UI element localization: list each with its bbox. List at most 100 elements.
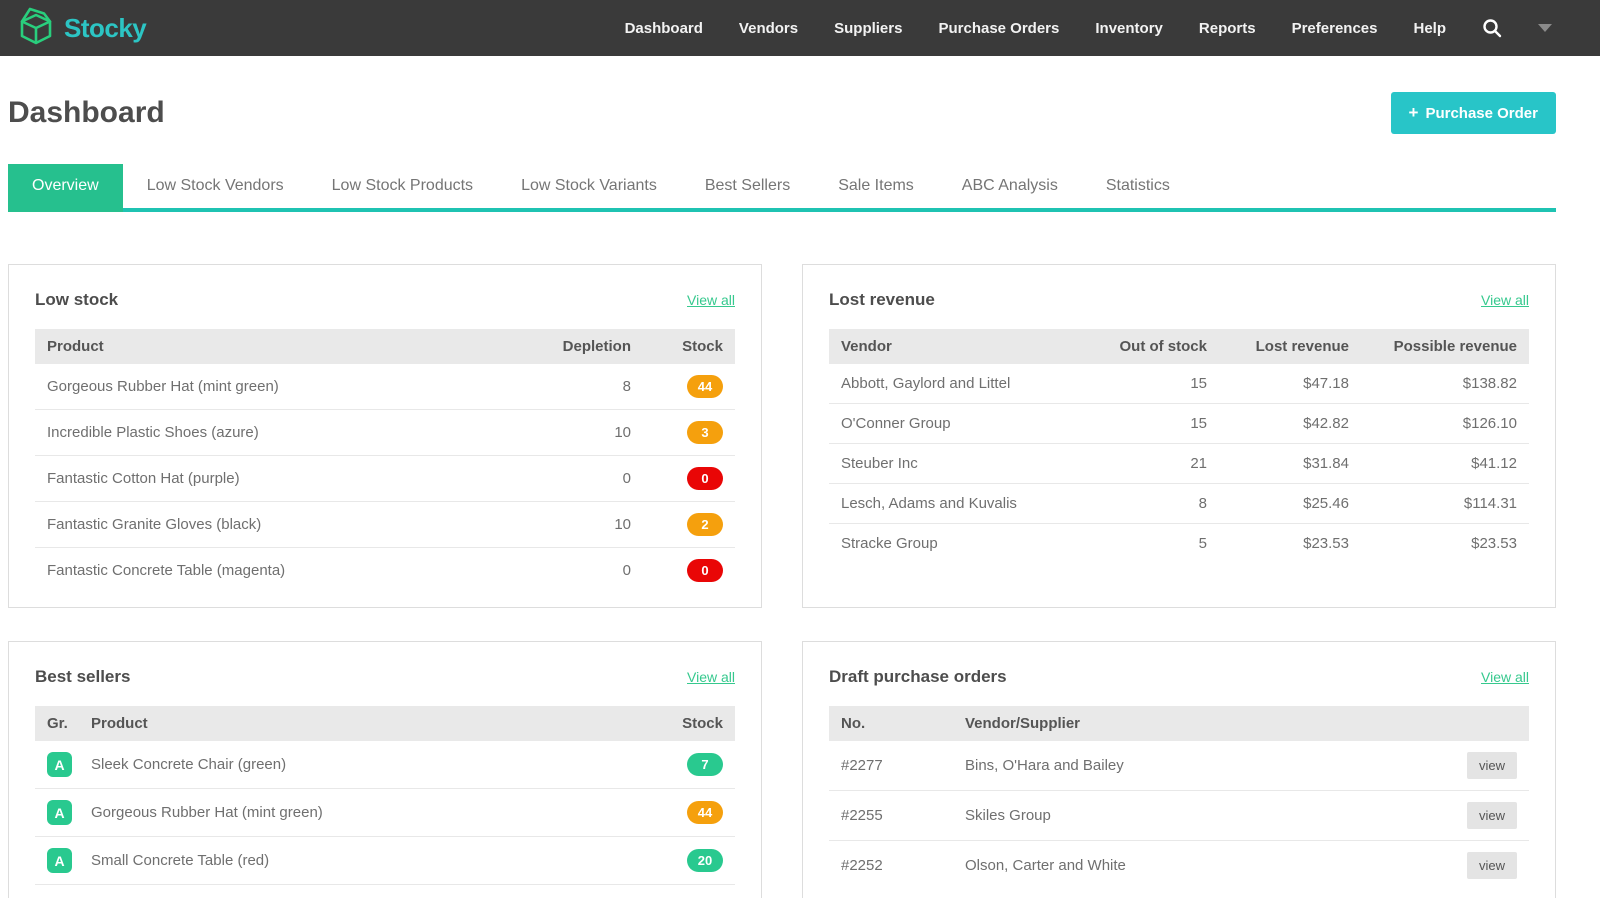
possible-revenue-value: $126.10 xyxy=(1361,404,1529,444)
tab-low-stock-vendors[interactable]: Low Stock Vendors xyxy=(123,164,308,208)
view-button[interactable]: view xyxy=(1467,852,1517,879)
column-header-stock: Stock xyxy=(643,706,735,741)
po-number: #2277 xyxy=(829,741,953,791)
stock-badge: 0 xyxy=(687,559,723,582)
nav-item-purchase-orders[interactable]: Purchase Orders xyxy=(938,20,1059,37)
view-button[interactable]: view xyxy=(1467,802,1517,829)
lost-revenue-panel: Lost revenue View all Vendor Out of stoc… xyxy=(802,264,1556,608)
out-of-stock-value: 8 xyxy=(1091,484,1219,524)
column-header-out-of-stock: Out of stock xyxy=(1091,329,1219,364)
table-row[interactable]: Stracke Group 5 $23.53 $23.53 xyxy=(829,524,1529,564)
table-row[interactable]: #2252 Olson, Carter and White view xyxy=(829,841,1529,891)
grade-badge: A xyxy=(47,800,72,825)
tab-low-stock-products[interactable]: Low Stock Products xyxy=(308,164,497,208)
nav-item-inventory[interactable]: Inventory xyxy=(1095,20,1163,37)
view-button[interactable]: view xyxy=(1467,752,1517,779)
lost-revenue-value: $47.18 xyxy=(1219,364,1361,404)
search-icon[interactable] xyxy=(1482,18,1502,38)
nav-item-reports[interactable]: Reports xyxy=(1199,20,1256,37)
table-row[interactable]: Fantastic Concrete Table (magenta) 0 0 xyxy=(35,548,735,594)
nav-item-dashboard[interactable]: Dashboard xyxy=(625,20,703,37)
po-number: #2255 xyxy=(829,791,953,841)
depletion-value: 10 xyxy=(523,410,643,456)
table-row[interactable]: Lesch, Adams and Kuvalis 8 $25.46 $114.3… xyxy=(829,484,1529,524)
lost-revenue-value: $31.84 xyxy=(1219,444,1361,484)
column-header-stock: Stock xyxy=(643,329,735,364)
column-header-product: Product xyxy=(35,329,523,364)
low-stock-view-all-link[interactable]: View all xyxy=(687,292,735,308)
page-title: Dashboard xyxy=(8,96,165,130)
po-number: #2252 xyxy=(829,841,953,891)
nav-item-preferences[interactable]: Preferences xyxy=(1292,20,1378,37)
product-name: Fantastic Concrete Table (magenta) xyxy=(35,548,523,594)
table-row[interactable]: Steuber Inc 21 $31.84 $41.12 xyxy=(829,444,1529,484)
column-header-possible-revenue: Possible revenue xyxy=(1361,329,1529,364)
possible-revenue-value: $114.31 xyxy=(1361,484,1529,524)
lost-revenue-value: $42.82 xyxy=(1219,404,1361,444)
grade-badge: A xyxy=(47,752,72,777)
possible-revenue-value: $41.12 xyxy=(1361,444,1529,484)
product-name: Gorgeous Rubber Hat (mint green) xyxy=(79,789,643,837)
product-name: Gorgeous Rubber Hat (mint green) xyxy=(35,364,523,410)
tab-abc-analysis[interactable]: ABC Analysis xyxy=(938,164,1082,208)
brand-name: Stocky xyxy=(64,13,146,44)
table-row[interactable]: #2255 Skiles Group view xyxy=(829,791,1529,841)
vendor-name: Lesch, Adams and Kuvalis xyxy=(829,484,1091,524)
depletion-value: 8 xyxy=(523,364,643,410)
stock-badge: 44 xyxy=(687,375,723,398)
stocky-logo[interactable]: Stocky xyxy=(16,5,146,52)
dashboard-tabs: Overview Low Stock Vendors Low Stock Pro… xyxy=(8,164,1556,212)
table-row[interactable]: Fantastic Granite Gloves (black) 10 2 xyxy=(35,502,735,548)
tab-overview[interactable]: Overview xyxy=(8,164,123,208)
vendor-supplier-name: Bins, O'Hara and Bailey xyxy=(953,741,1443,791)
table-row[interactable]: A Gorgeous Rubber Hat (mint green) 44 xyxy=(35,789,735,837)
draft-purchase-orders-panel: Draft purchase orders View all No. Vendo… xyxy=(802,641,1556,898)
draft-purchase-orders-view-all-link[interactable]: View all xyxy=(1481,669,1529,685)
best-sellers-view-all-link[interactable]: View all xyxy=(687,669,735,685)
low-stock-title: Low stock xyxy=(35,290,118,310)
nav-item-help[interactable]: Help xyxy=(1413,20,1446,37)
column-header-no: No. xyxy=(829,706,953,741)
product-name: Small Concrete Table (red) xyxy=(79,837,643,885)
vendor-supplier-name: Skiles Group xyxy=(953,791,1443,841)
product-name: Incredible Plastic Shoes (azure) xyxy=(35,410,523,456)
column-header-product: Product xyxy=(79,706,643,741)
table-row[interactable]: O'Conner Group 15 $42.82 $126.10 xyxy=(829,404,1529,444)
table-row[interactable]: Fantastic Cotton Hat (purple) 0 0 xyxy=(35,456,735,502)
nav-item-suppliers[interactable]: Suppliers xyxy=(834,20,902,37)
tab-statistics[interactable]: Statistics xyxy=(1082,164,1194,208)
possible-revenue-value: $23.53 xyxy=(1361,524,1529,564)
low-stock-panel: Low stock View all Product Depletion Sto… xyxy=(8,264,762,608)
tab-sale-items[interactable]: Sale Items xyxy=(814,164,938,208)
table-row[interactable]: A Small Concrete Table (red) 20 xyxy=(35,837,735,885)
out-of-stock-value: 21 xyxy=(1091,444,1219,484)
chevron-down-icon[interactable] xyxy=(1538,24,1552,32)
draft-purchase-orders-table: No. Vendor/Supplier #2277 Bins, O'Hara a… xyxy=(829,706,1529,890)
new-purchase-order-button[interactable]: + Purchase Order xyxy=(1391,92,1557,134)
table-row-clipped xyxy=(35,885,735,898)
tab-low-stock-variants[interactable]: Low Stock Variants xyxy=(497,164,681,208)
stock-badge: 20 xyxy=(687,849,723,872)
vendor-supplier-name: Olson, Carter and White xyxy=(953,841,1443,891)
stock-badge: 0 xyxy=(687,467,723,490)
table-row[interactable]: #2277 Bins, O'Hara and Bailey view xyxy=(829,741,1529,791)
table-row[interactable]: Incredible Plastic Shoes (azure) 10 3 xyxy=(35,410,735,456)
column-header-vendor: Vendor xyxy=(829,329,1091,364)
table-row[interactable]: A Sleek Concrete Chair (green) 7 xyxy=(35,741,735,789)
nav-item-vendors[interactable]: Vendors xyxy=(739,20,798,37)
lost-revenue-value: $23.53 xyxy=(1219,524,1361,564)
stock-badge: 3 xyxy=(687,421,723,444)
depletion-value: 10 xyxy=(523,502,643,548)
column-header-depletion: Depletion xyxy=(523,329,643,364)
out-of-stock-value: 15 xyxy=(1091,364,1219,404)
out-of-stock-value: 15 xyxy=(1091,404,1219,444)
stock-badge: 2 xyxy=(687,513,723,536)
lost-revenue-view-all-link[interactable]: View all xyxy=(1481,292,1529,308)
lost-revenue-table: Vendor Out of stock Lost revenue Possibl… xyxy=(829,329,1529,563)
stock-badge: 7 xyxy=(687,753,723,776)
tab-best-sellers[interactable]: Best Sellers xyxy=(681,164,814,208)
best-sellers-panel: Best sellers View all Gr. Product Stock … xyxy=(8,641,762,898)
table-row[interactable]: Abbott, Gaylord and Littel 15 $47.18 $13… xyxy=(829,364,1529,404)
table-row[interactable]: Gorgeous Rubber Hat (mint green) 8 44 xyxy=(35,364,735,410)
column-header-grade: Gr. xyxy=(35,706,79,741)
